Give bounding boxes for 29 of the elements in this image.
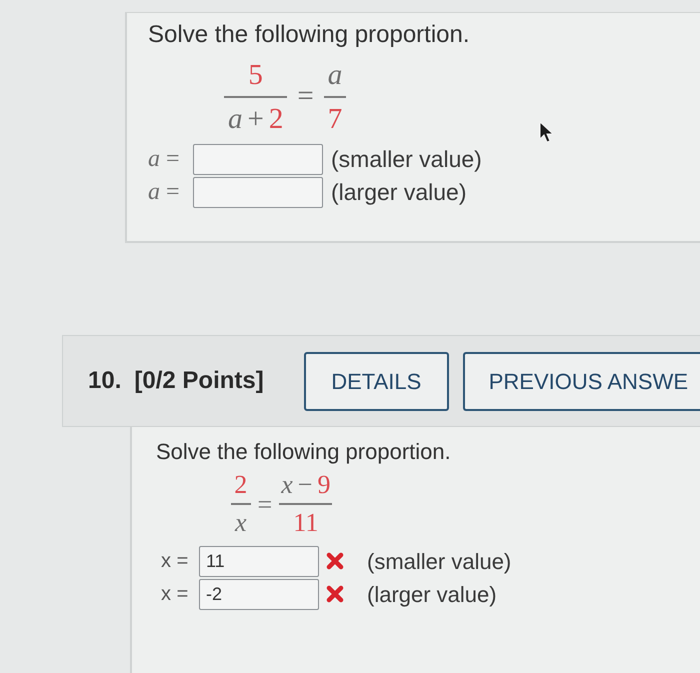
details-button[interactable]: DETAILS — [304, 352, 449, 410]
answer-hint: (smaller value) — [367, 548, 512, 576]
numerator: a — [326, 59, 344, 91]
previous-answers-button[interactable]: PREVIOUS ANSWE — [462, 352, 700, 410]
equals-sign: = — [297, 79, 314, 114]
answer-hint: (larger value) — [331, 178, 466, 207]
answer-field[interactable] — [193, 176, 323, 208]
variable-label: a = — [148, 145, 181, 174]
variable-label: x = — [161, 549, 190, 574]
answer-field[interactable] — [193, 144, 323, 174]
denominator: 11 — [292, 509, 320, 537]
question-prompt: Solve the following proportion. — [148, 21, 471, 49]
question-number: 10. — [88, 366, 122, 396]
denominator: 7 — [326, 103, 344, 135]
variable-label: x = — [161, 582, 190, 607]
equals-sign: = — [258, 488, 272, 520]
numerator: 2 — [233, 471, 248, 499]
numerator: 5 — [247, 59, 264, 91]
answer-hint: (smaller value) — [331, 144, 482, 174]
answer-hint: (larger value) — [367, 580, 497, 609]
answer-field[interactable]: 11 — [199, 546, 319, 576]
cursor-icon — [539, 121, 555, 143]
denominator: a + 2 — [227, 103, 284, 135]
points-label: [0/2 Points] — [134, 366, 264, 396]
answer-field[interactable]: -2 — [199, 578, 319, 610]
question-prompt: Solve the following proportion. — [156, 439, 452, 465]
denominator: x — [234, 509, 248, 537]
numerator: x − 9 — [280, 471, 332, 499]
variable-label: a = — [148, 178, 181, 207]
